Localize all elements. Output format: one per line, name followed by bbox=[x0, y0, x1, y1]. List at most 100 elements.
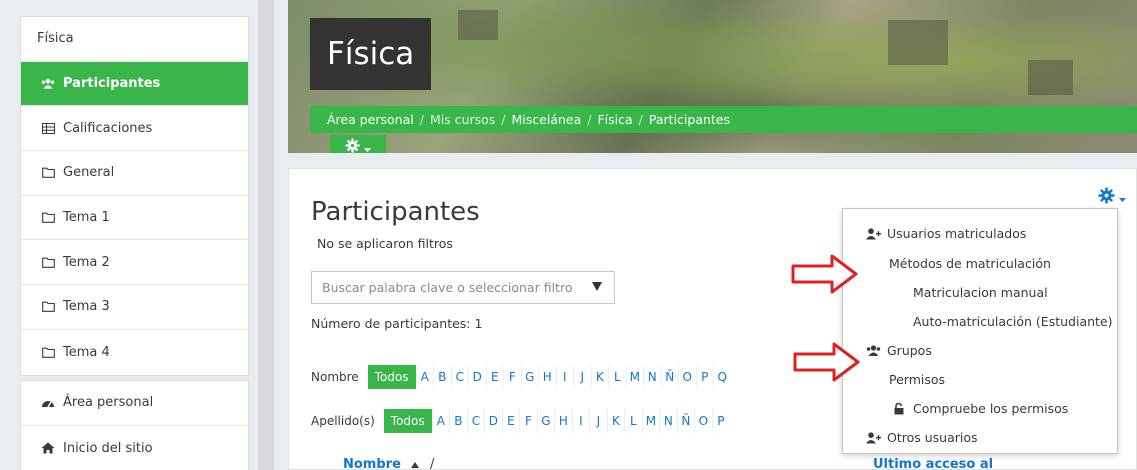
letter-filter-button[interactable]: M bbox=[625, 365, 644, 389]
sidebar-item-grades[interactable]: Calificaciones bbox=[21, 106, 248, 152]
letter-filter-button[interactable]: O bbox=[694, 409, 712, 433]
home-icon bbox=[41, 442, 55, 454]
letter-filter-button[interactable]: H bbox=[538, 365, 556, 389]
letter-filter-button[interactable]: E bbox=[485, 365, 504, 389]
annotation-arrow-icon bbox=[791, 254, 858, 294]
participants-settings-button[interactable] bbox=[1098, 187, 1126, 208]
letter-filter-button[interactable]: Q bbox=[713, 365, 731, 389]
letter-filter-button[interactable]: E bbox=[501, 409, 520, 433]
letter-filter-button[interactable]: M bbox=[641, 409, 660, 433]
participants-settings-menu: Usuarios matriculados Métodos de matricu… bbox=[842, 208, 1118, 454]
letter-filter-button[interactable]: F bbox=[503, 365, 521, 389]
menu-item-label: Auto-matriculación (Estudiante) bbox=[913, 314, 1113, 329]
first-name-label: Nombre bbox=[311, 370, 359, 384]
sidebar-item-tema-4[interactable]: Tema 4 bbox=[21, 330, 248, 375]
menu-item-other-users[interactable]: Otros usuarios bbox=[865, 430, 978, 445]
column-separator: / bbox=[429, 457, 435, 470]
breadcrumb-item[interactable]: Miscelánea bbox=[512, 112, 582, 127]
user-plus-icon bbox=[865, 227, 881, 240]
sidebar-item-participants[interactable]: Participantes bbox=[21, 61, 248, 107]
letter-filter-button[interactable]: C bbox=[466, 409, 485, 433]
breadcrumb: Área personal / Mis cursos / Miscelánea … bbox=[310, 106, 1137, 133]
breadcrumb-separator: / bbox=[587, 112, 592, 127]
menu-item-label: Métodos de matriculación bbox=[889, 256, 1051, 271]
letter-filter-button[interactable]: A bbox=[431, 409, 450, 433]
letter-all-button[interactable]: Todos bbox=[367, 365, 416, 389]
header-image-detail bbox=[1028, 60, 1073, 95]
letter-filter-button[interactable]: K bbox=[606, 409, 625, 433]
gear-icon bbox=[1098, 187, 1115, 208]
letter-filter-button[interactable]: J bbox=[573, 365, 591, 389]
letter-filter-button[interactable]: P bbox=[711, 409, 730, 433]
filter-placeholder: Buscar palabra clave o seleccionar filtr… bbox=[322, 280, 573, 295]
folder-icon bbox=[41, 346, 55, 358]
letter-filter-button[interactable]: Ñ bbox=[660, 365, 679, 389]
course-settings-button[interactable] bbox=[330, 135, 386, 153]
chevron-down-icon bbox=[1119, 188, 1126, 207]
sidebar-scrollbar[interactable] bbox=[258, 0, 274, 470]
caret-down-icon bbox=[592, 282, 602, 291]
sidebar-item-label: Tema 1 bbox=[63, 210, 110, 226]
letter-filter-button[interactable]: A bbox=[415, 365, 434, 389]
sidebar-item-label: Tema 2 bbox=[63, 254, 110, 270]
sidebar-item-label: General bbox=[63, 165, 115, 181]
breadcrumb-item[interactable]: Física bbox=[597, 112, 632, 127]
letter-filter-button[interactable]: F bbox=[519, 409, 537, 433]
letter-filter-button[interactable]: G bbox=[536, 409, 555, 433]
header-image-detail bbox=[458, 10, 498, 40]
folder-icon bbox=[41, 301, 55, 313]
sidebar-item-dashboard[interactable]: Área personal bbox=[21, 381, 248, 426]
letter-filter-button[interactable]: B bbox=[449, 409, 467, 433]
menu-item-check-permissions[interactable]: Compruebe los permisos bbox=[891, 401, 1068, 416]
sidebar-item-label: Inicio del sitio bbox=[63, 440, 153, 456]
letter-filter-button[interactable]: G bbox=[520, 365, 539, 389]
breadcrumb-item[interactable]: Mis cursos bbox=[430, 112, 495, 127]
menu-item-groups[interactable]: Grupos bbox=[865, 343, 932, 358]
unlock-icon bbox=[891, 402, 907, 415]
column-name-label: Nombre bbox=[343, 457, 401, 470]
sidebar-item-course[interactable]: Física bbox=[21, 17, 248, 62]
menu-item-permissions[interactable]: Permisos bbox=[889, 372, 945, 387]
menu-item-enrolled-users[interactable]: Usuarios matriculados bbox=[865, 226, 1026, 241]
letter-filter-button[interactable]: C bbox=[450, 365, 469, 389]
letter-filter-button[interactable]: D bbox=[484, 409, 502, 433]
letter-filter-button[interactable]: Ñ bbox=[676, 409, 695, 433]
letter-filter-button[interactable]: J bbox=[589, 409, 607, 433]
letter-filter-button[interactable]: N bbox=[659, 409, 677, 433]
page-title: Participantes bbox=[311, 197, 480, 227]
breadcrumb-separator: / bbox=[419, 112, 424, 127]
sidebar-item-general[interactable]: General bbox=[21, 151, 248, 196]
breadcrumb-separator: / bbox=[501, 112, 506, 127]
column-header-last-access[interactable]: Ultimo acceso al bbox=[873, 457, 993, 470]
letter-filter-button[interactable]: K bbox=[590, 365, 609, 389]
letter-filter-button[interactable]: H bbox=[554, 409, 572, 433]
letter-filter-button[interactable]: N bbox=[643, 365, 661, 389]
filter-search-select[interactable]: Buscar palabra clave o seleccionar filtr… bbox=[311, 271, 615, 304]
letter-all-button[interactable]: Todos bbox=[383, 409, 432, 433]
sidebar-item-label: Calificaciones bbox=[63, 120, 153, 136]
letter-filter-button[interactable]: I bbox=[555, 365, 574, 389]
column-header-name[interactable]: Nombre / bbox=[343, 457, 434, 470]
letter-filter-button[interactable]: L bbox=[624, 409, 642, 433]
header-image-detail bbox=[888, 20, 948, 65]
breadcrumb-item[interactable]: Área personal bbox=[327, 112, 414, 127]
menu-item-self-enrol[interactable]: Auto-matriculación (Estudiante) bbox=[913, 314, 1113, 329]
sidebar-item-tema-3[interactable]: Tema 3 bbox=[21, 285, 248, 330]
letter-filter-button[interactable]: I bbox=[571, 409, 590, 433]
folder-icon bbox=[41, 256, 55, 268]
users-icon bbox=[41, 78, 55, 90]
letter-filter-button[interactable]: L bbox=[608, 365, 626, 389]
menu-item-label: Usuarios matriculados bbox=[887, 226, 1027, 241]
sidebar-item-home[interactable]: Inicio del sitio bbox=[21, 426, 248, 470]
menu-item-manual-enrol[interactable]: Matriculacion manual bbox=[913, 285, 1048, 300]
sidebar-item-tema-1[interactable]: Tema 1 bbox=[21, 196, 248, 241]
sidebar-item-label: Tema 4 bbox=[63, 344, 110, 360]
letter-filter-button[interactable]: D bbox=[468, 365, 486, 389]
sidebar-item-tema-2[interactable]: Tema 2 bbox=[21, 240, 248, 286]
letter-filter-button[interactable]: B bbox=[433, 365, 451, 389]
breadcrumb-item[interactable]: Participantes bbox=[649, 112, 730, 127]
gear-icon bbox=[345, 137, 360, 154]
menu-item-enrol-methods[interactable]: Métodos de matriculación bbox=[889, 256, 1051, 271]
letter-filter-button[interactable]: O bbox=[678, 365, 696, 389]
letter-filter-button[interactable]: P bbox=[695, 365, 714, 389]
